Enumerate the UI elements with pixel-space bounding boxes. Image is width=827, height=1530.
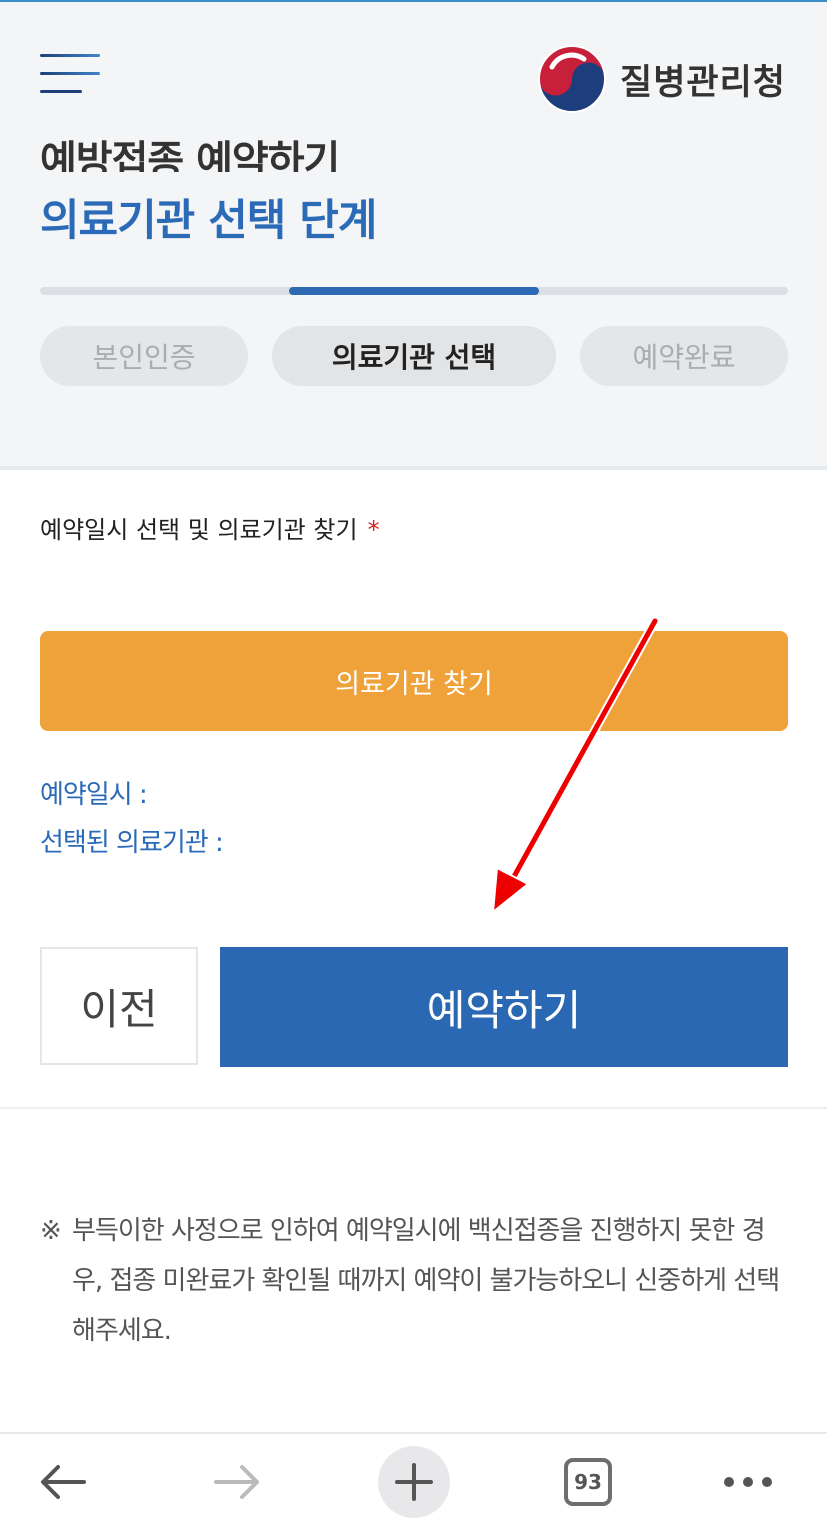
- new-tab-button[interactable]: [378, 1434, 450, 1530]
- notice-mark: ※: [40, 1216, 62, 1246]
- notice-text: 부득이한 사정으로 인하여 예약일시에 백신접종을 진행하지 못한 경우, 접종…: [72, 1216, 780, 1346]
- menu-line: [40, 72, 100, 75]
- find-hospital-button[interactable]: 의료기관 찾기: [40, 631, 788, 731]
- step-identity-verification: 본인인증: [40, 326, 248, 386]
- browser-toolbar: 93: [0, 1432, 827, 1530]
- reserve-button[interactable]: 예약하기: [220, 947, 788, 1067]
- menu-line: [40, 54, 100, 57]
- required-mark: *: [367, 516, 380, 544]
- notice: ※ 부득이한 사정으로 인하여 예약일시에 백신접종을 진행하지 못한 경우, …: [40, 1206, 780, 1356]
- prev-button[interactable]: 이전: [40, 947, 198, 1065]
- tabs-icon: 93: [564, 1458, 612, 1506]
- taegeuk-logo-icon: [538, 45, 606, 113]
- selected-hospital-label: 선택된 의료기관 :: [40, 828, 224, 858]
- progress-fill: [289, 287, 539, 295]
- header-divider: [0, 466, 827, 470]
- forward-arrow-icon[interactable]: [204, 1434, 270, 1530]
- reservation-datetime-label: 예약일시 :: [40, 780, 148, 810]
- menu-line: [40, 90, 82, 93]
- plus-icon: [378, 1446, 450, 1518]
- section-label-text: 예약일시 선택 및 의료기관 찾기: [40, 516, 358, 544]
- org-logo[interactable]: 질병관리청: [538, 44, 786, 114]
- org-name: 질병관리청: [620, 62, 787, 103]
- stage-title: 의료기관 선택 단계: [40, 196, 377, 246]
- section-label: 예약일시 선택 및 의료기관 찾기 *: [40, 510, 380, 545]
- tabs-button[interactable]: 93: [564, 1434, 612, 1530]
- more-icon[interactable]: [720, 1434, 776, 1530]
- back-arrow-icon[interactable]: [30, 1434, 96, 1530]
- step-reservation-complete: 예약완료: [580, 326, 788, 386]
- menu-icon[interactable]: [40, 52, 100, 96]
- page-title-partial: 예방접종 예약하기: [40, 120, 540, 172]
- step-hospital-selection: 의료기관 선택: [272, 326, 556, 386]
- page-title-text: 예방접종 예약하기: [40, 138, 340, 172]
- content-divider: [0, 1107, 827, 1109]
- tab-count: 93: [574, 1470, 602, 1494]
